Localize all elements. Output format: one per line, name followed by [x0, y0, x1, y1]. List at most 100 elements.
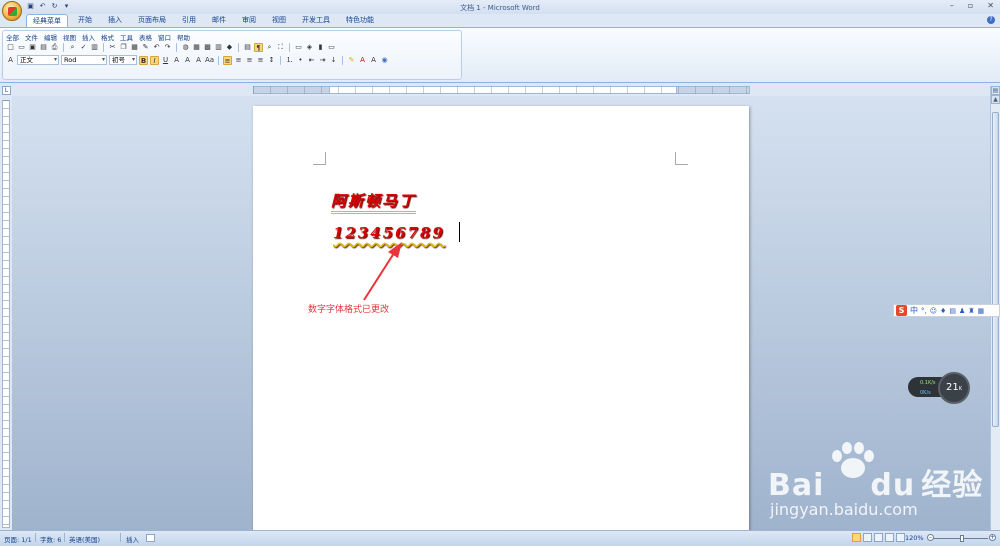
show-marks-icon[interactable]: ¶	[254, 43, 263, 52]
scroll-up-icon[interactable]: ▲	[991, 95, 1000, 104]
full-screen-icon[interactable]: ⛶	[276, 43, 285, 52]
mic-icon[interactable]: ♦	[940, 307, 946, 315]
copy-icon[interactable]: ❐	[119, 43, 128, 52]
align-left-button[interactable]: ≡	[223, 55, 232, 65]
help-icon[interactable]: ?	[987, 16, 995, 24]
full-screen-reading-icon[interactable]	[863, 533, 872, 542]
char-border-button[interactable]: A	[183, 56, 192, 65]
drawing-icon[interactable]: ◆	[225, 43, 234, 52]
text-effects-button[interactable]: A	[369, 56, 378, 65]
char-shading-button[interactable]: A	[194, 56, 203, 65]
menu-tools[interactable]: 工具	[120, 32, 133, 42]
underline-button[interactable]: U	[161, 56, 170, 65]
cut-icon[interactable]: ✂	[108, 43, 117, 52]
menu-format[interactable]: 格式	[101, 32, 114, 42]
font-size-select[interactable]: 初号	[109, 55, 137, 65]
style-select[interactable]: 正文	[17, 55, 59, 65]
zoom-icon[interactable]: ⌕	[265, 43, 274, 52]
research-icon[interactable]: ▥	[90, 43, 99, 52]
tab-developer[interactable]: 开发工具	[296, 14, 336, 27]
font-select[interactable]: Rod	[61, 55, 107, 65]
ruler-toggle-icon[interactable]: ▤	[991, 86, 1000, 95]
table-icon[interactable]: ▦	[192, 43, 201, 52]
open-icon[interactable]: ▭	[17, 43, 26, 52]
save-icon[interactable]: ▣	[28, 43, 37, 52]
zoom-level[interactable]: 120%	[905, 534, 924, 542]
new-doc-icon[interactable]: □	[6, 43, 15, 52]
maximize-button[interactable]: ▫	[968, 1, 973, 10]
document-page[interactable]: 阿斯顿马丁 123456789 数字字体格式已更改	[253, 106, 749, 536]
paste-icon[interactable]: ▦	[130, 43, 139, 52]
columns-icon[interactable]: ▥	[214, 43, 223, 52]
styles-icon[interactable]: A	[6, 56, 15, 65]
highlight-button[interactable]: ✎	[347, 56, 356, 65]
textbox-icon[interactable]: ▭	[327, 43, 336, 52]
spelling-icon[interactable]: ✓	[79, 43, 88, 52]
emoji-icon[interactable]: ☺	[930, 307, 937, 315]
outline-icon[interactable]	[885, 533, 894, 542]
draft-icon[interactable]	[896, 533, 905, 542]
status-insert-mode[interactable]: 插入	[126, 534, 139, 544]
tab-references[interactable]: 引用	[176, 14, 202, 27]
menu-window[interactable]: 窗口	[158, 32, 171, 42]
numbering-button[interactable]: ⒈	[285, 56, 294, 65]
menu-insert[interactable]: 插入	[82, 32, 95, 42]
menu-all[interactable]: 全部	[6, 32, 19, 42]
hyperlink-icon[interactable]: ◍	[181, 43, 190, 52]
decrease-indent-button[interactable]: ⇤	[307, 56, 316, 65]
menu-edit[interactable]: 编辑	[44, 32, 57, 42]
toolbox-icon[interactable]: ▦	[978, 307, 985, 315]
close-button[interactable]: ✕	[987, 1, 994, 10]
bold-button[interactable]: B	[139, 55, 148, 65]
justify-button[interactable]: ≡	[256, 56, 265, 65]
punctuation-icon[interactable]: °,	[921, 307, 927, 315]
tab-insert[interactable]: 插入	[102, 14, 128, 27]
print-preview-icon[interactable]: ⌕	[68, 43, 77, 52]
status-page[interactable]: 页面: 1/1	[4, 534, 32, 544]
format-painter-icon[interactable]: ✎	[141, 43, 150, 52]
speed-gauge[interactable]: 21K	[938, 372, 970, 404]
align-center-button[interactable]: ≡	[234, 56, 243, 65]
ime-toolbar[interactable]: S 中 °, ☺ ♦ ▤ ♟ ♜ ▦	[893, 304, 1000, 317]
keyboard-icon[interactable]: ▤	[949, 307, 956, 315]
strikethrough-button[interactable]: A	[172, 56, 181, 65]
zoom-out-icon[interactable]: –	[927, 534, 934, 541]
bullets-button[interactable]: •	[296, 56, 305, 65]
chart-icon[interactable]: ▮	[316, 43, 325, 52]
print-icon[interactable]: ⎙	[50, 43, 59, 52]
tab-review[interactable]: 审阅	[236, 14, 262, 27]
font-color-button[interactable]: A	[358, 56, 367, 65]
smartart-icon[interactable]: ◈	[305, 43, 314, 52]
align-right-button[interactable]: ≡	[245, 56, 254, 65]
menu-file[interactable]: 文件	[25, 32, 38, 42]
menu-table[interactable]: 表格	[139, 32, 152, 42]
document-line-1[interactable]: 阿斯顿马丁	[331, 192, 417, 214]
help-round-icon[interactable]: ◉	[380, 56, 389, 65]
doc-map-icon[interactable]: ▤	[243, 43, 252, 52]
tab-mailings[interactable]: 邮件	[206, 14, 232, 27]
shapes-icon[interactable]: ▭	[294, 43, 303, 52]
menu-help[interactable]: 帮助	[177, 32, 190, 42]
redo-icon[interactable]: ↷	[163, 43, 172, 52]
undo-icon[interactable]: ↶	[152, 43, 161, 52]
sort-button[interactable]: ↓	[329, 56, 338, 65]
menu-view[interactable]: 视图	[63, 32, 76, 42]
zoom-slider-thumb[interactable]	[960, 535, 964, 542]
status-word-count[interactable]: 字数: 6	[40, 534, 61, 544]
line-spacing-button[interactable]: ↕	[267, 56, 276, 65]
change-case-button[interactable]: Aa	[205, 56, 214, 65]
status-language[interactable]: 英语(美国)	[69, 534, 100, 544]
sogou-logo-icon[interactable]: S	[896, 305, 907, 316]
excel-icon[interactable]: ▩	[203, 43, 212, 52]
office-button[interactable]	[2, 1, 22, 21]
print-layout-icon[interactable]	[852, 533, 861, 542]
macro-record-icon[interactable]	[146, 534, 155, 542]
skin-icon[interactable]: ♟	[959, 307, 965, 315]
italic-button[interactable]: I	[150, 55, 159, 65]
shirt-icon[interactable]: ♜	[968, 307, 974, 315]
tab-home[interactable]: 开始	[72, 14, 98, 27]
tab-selector[interactable]: L	[2, 86, 11, 95]
minimize-button[interactable]: –	[950, 1, 954, 10]
permission-icon[interactable]: ▤	[39, 43, 48, 52]
zoom-in-icon[interactable]: +	[989, 534, 996, 541]
